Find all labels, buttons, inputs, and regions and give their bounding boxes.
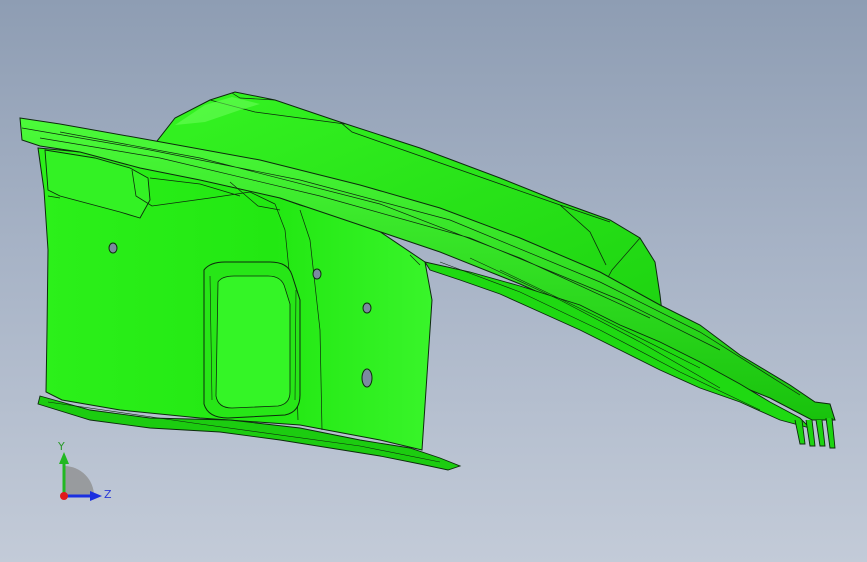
panel-slot-hole <box>361 368 373 388</box>
y-axis-arrow <box>59 452 69 464</box>
sheet-metal-part-model[interactable] <box>0 0 867 562</box>
z-axis-arrow <box>90 491 102 501</box>
panel-hole-3 <box>362 302 372 314</box>
right-end-tabs <box>794 417 836 449</box>
z-axis-label: Z <box>104 488 112 501</box>
y-axis-label: Y <box>57 440 65 453</box>
embossed-recess-inner <box>215 275 291 409</box>
3d-graphics-viewport[interactable]: Y Z <box>0 0 867 562</box>
coordinate-triad: Y Z <box>57 440 112 501</box>
x-axis-origin <box>60 492 68 500</box>
panel-hole-1 <box>108 242 118 254</box>
panel-hole-2 <box>312 268 322 280</box>
triad-plane-disc <box>64 466 94 496</box>
